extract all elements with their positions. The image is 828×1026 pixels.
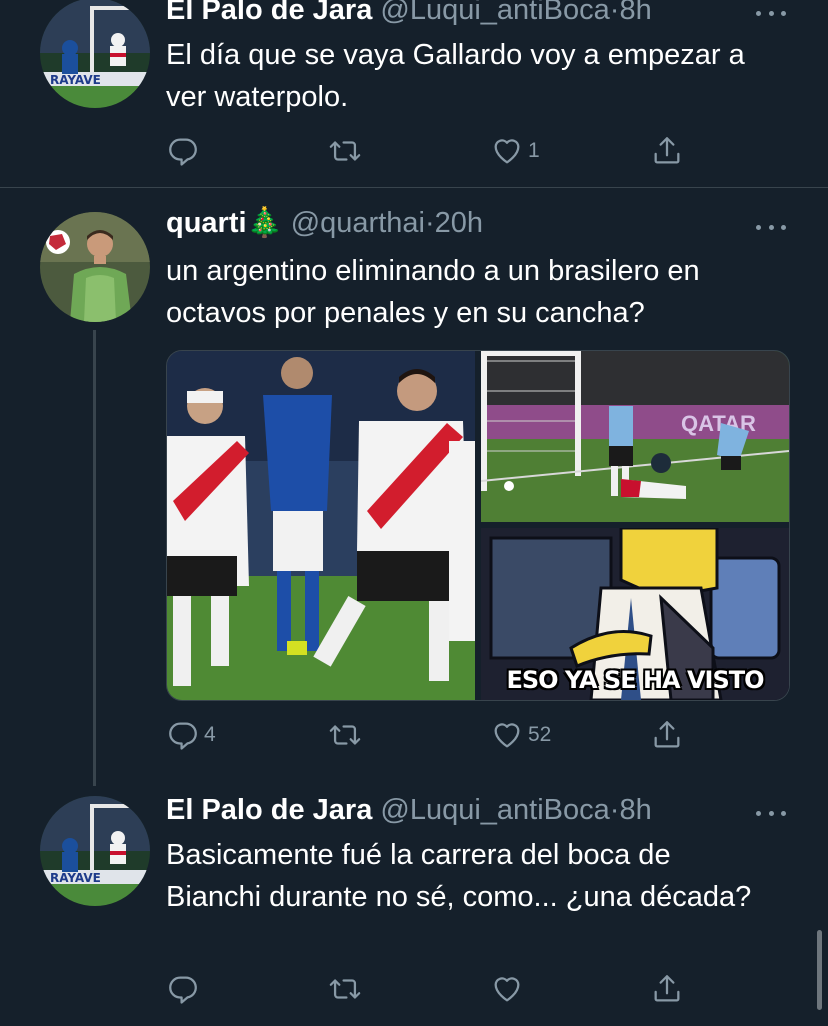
tweet-actions: 1 bbox=[166, 134, 706, 174]
more-options-icon[interactable] bbox=[756, 222, 786, 232]
retweet-button[interactable] bbox=[328, 134, 366, 168]
tweet-header: El Palo de Jara @Luqui_antiBoca·8h bbox=[166, 0, 652, 27]
meme-caption: ESO YA SE HA VISTO bbox=[506, 666, 764, 694]
more-options-icon[interactable] bbox=[756, 808, 786, 818]
media-photo[interactable]: QATAR bbox=[480, 351, 789, 522]
username[interactable]: @quarthai bbox=[291, 207, 425, 239]
share-button[interactable] bbox=[650, 134, 684, 168]
separator-dot: · bbox=[424, 207, 435, 239]
tweet-text: Basicamente fué la carrera del boca de B… bbox=[166, 839, 752, 913]
like-count: 1 bbox=[528, 139, 540, 162]
display-name[interactable]: El Palo de Jara bbox=[166, 794, 372, 826]
media-grid[interactable]: QATAR ESO YA SE HA VISTO bbox=[166, 350, 790, 701]
reply-icon bbox=[166, 972, 200, 1006]
retweet-button[interactable] bbox=[328, 972, 366, 1006]
like-icon bbox=[490, 718, 524, 752]
share-icon bbox=[650, 718, 684, 752]
retweet-icon bbox=[328, 972, 362, 1006]
tweet-text: El día que se vaya Gallardo voy a empeza… bbox=[166, 39, 745, 113]
like-button[interactable]: 52 bbox=[490, 718, 551, 752]
timestamp[interactable]: 8h bbox=[619, 0, 651, 26]
tweet-text: un argentino eliminando a un brasilero e… bbox=[166, 255, 700, 329]
username[interactable]: @Luqui_antiBoca bbox=[380, 794, 609, 826]
display-name[interactable]: quarti🎄 bbox=[166, 207, 283, 239]
share-button[interactable] bbox=[650, 972, 684, 1006]
thread-line bbox=[93, 330, 96, 786]
more-options-icon[interactable] bbox=[756, 8, 786, 18]
like-button[interactable] bbox=[490, 972, 528, 1006]
like-icon bbox=[490, 972, 524, 1006]
avatar[interactable]: RAYAVE bbox=[40, 796, 150, 906]
svg-text:RAYAVE: RAYAVE bbox=[50, 73, 101, 87]
tweet-header: quarti🎄 @quarthai·20h bbox=[166, 206, 483, 240]
reply-button[interactable] bbox=[166, 972, 204, 1006]
svg-text:RAYAVE: RAYAVE bbox=[50, 871, 101, 885]
share-icon bbox=[650, 972, 684, 1006]
share-button[interactable] bbox=[650, 718, 684, 752]
like-button[interactable]: 1 bbox=[490, 134, 540, 168]
tweet[interactable]: RAYAVE El Palo de Jara @Luqui_antiBoca·8… bbox=[0, 0, 828, 187]
reply-icon bbox=[166, 718, 200, 752]
tweet-header: El Palo de Jara @Luqui_antiBoca·8h bbox=[166, 794, 652, 827]
like-count: 52 bbox=[528, 723, 552, 746]
reply-icon bbox=[166, 134, 200, 168]
tweet[interactable]: RAYAVE El Palo de Jara @Luqui_antiBoca·8… bbox=[0, 788, 828, 1026]
reply-button[interactable] bbox=[166, 134, 204, 168]
retweet-button[interactable] bbox=[328, 718, 366, 752]
reply-button[interactable]: 4 bbox=[166, 718, 216, 752]
avatar[interactable] bbox=[40, 212, 150, 322]
avatar[interactable]: RAYAVE bbox=[40, 0, 150, 108]
retweet-icon bbox=[328, 134, 362, 168]
separator-dot: · bbox=[609, 0, 620, 26]
retweet-icon bbox=[328, 718, 362, 752]
timestamp[interactable]: 20h bbox=[435, 207, 483, 239]
timestamp[interactable]: 8h bbox=[619, 794, 651, 826]
like-icon bbox=[490, 134, 524, 168]
display-name[interactable]: El Palo de Jara bbox=[166, 0, 372, 26]
share-icon bbox=[650, 134, 684, 168]
christmas-tree-icon: 🎄 bbox=[246, 207, 283, 239]
reply-count: 4 bbox=[204, 723, 216, 746]
username[interactable]: @Luqui_antiBoca bbox=[380, 0, 609, 26]
tweet-actions bbox=[166, 972, 706, 1012]
media-photo[interactable] bbox=[167, 351, 475, 700]
separator-dot: · bbox=[609, 794, 620, 826]
tweet-actions: 4 52 bbox=[166, 718, 706, 758]
meme-image[interactable]: ESO YA SE HA VISTO bbox=[481, 526, 789, 700]
scrollbar[interactable] bbox=[817, 930, 822, 1010]
